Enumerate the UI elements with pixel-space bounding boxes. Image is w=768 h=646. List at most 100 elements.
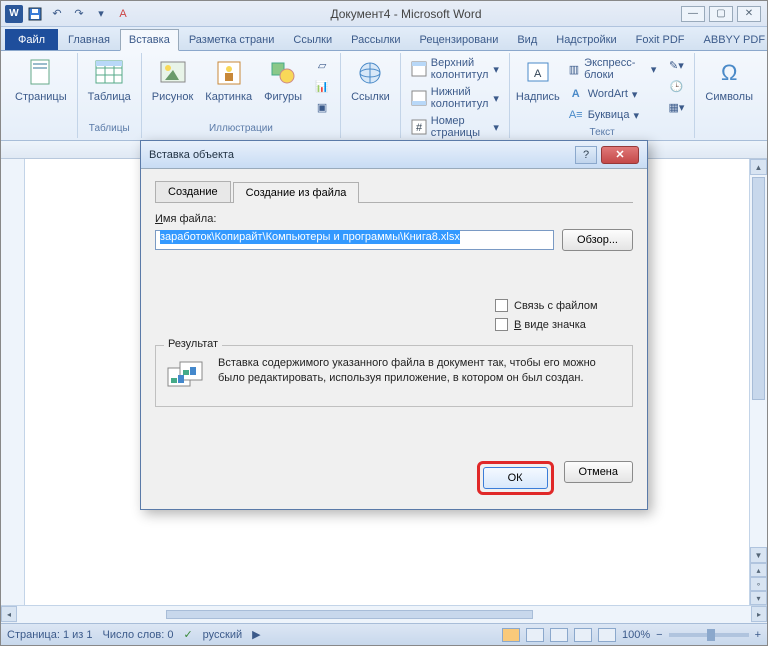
ribbon: Страницы Таблица Таблицы Рисунок — [1, 51, 767, 141]
scroll-down-icon[interactable]: ▼ — [750, 547, 767, 563]
pages-icon — [25, 57, 57, 89]
tab-references[interactable]: Ссылки — [284, 29, 341, 50]
smartart-icon: ▱ — [314, 57, 330, 73]
signature-button[interactable]: ✎▾ — [664, 55, 688, 75]
undo-icon[interactable]: ↶ — [47, 4, 67, 24]
datetime-button[interactable]: 🕒 — [664, 76, 688, 96]
table-button[interactable]: Таблица — [84, 55, 135, 105]
browse-prev-icon[interactable]: ▴ — [750, 563, 767, 577]
qat-icon2[interactable]: A — [113, 4, 133, 24]
group-text: A Надпись ▥Экспресс-блоки ▾ AWordArt ▾ A… — [510, 53, 696, 138]
dialog-tab-from-file[interactable]: Создание из файла — [233, 182, 360, 203]
scroll-right-icon[interactable]: ▸ — [751, 606, 767, 622]
hscroll-thumb[interactable] — [166, 610, 533, 619]
clipart-button[interactable]: Картинка — [201, 55, 256, 105]
group-headerfooter: Верхний колонтитул ▾ Нижний колонтитул ▾… — [401, 53, 510, 138]
word-app-icon[interactable]: W — [5, 5, 23, 23]
status-bar: Страница: 1 из 1 Число слов: 0 ✓ русский… — [1, 623, 767, 645]
tab-layout[interactable]: Разметка страни — [180, 29, 284, 50]
screenshot-button[interactable]: ▣ — [310, 97, 334, 117]
tab-abbyy[interactable]: ABBYY PDF Trans — [695, 29, 768, 50]
status-page[interactable]: Страница: 1 из 1 — [7, 629, 93, 641]
view-web[interactable] — [550, 628, 568, 642]
dialog-body: Создание Создание из файла Имя файла: за… — [141, 169, 647, 451]
signature-icon: ✎▾ — [668, 57, 684, 73]
browse-next-icon[interactable]: ▾ — [750, 591, 767, 605]
footer-button[interactable]: Нижний колонтитул ▾ — [407, 84, 503, 112]
horizontal-scrollbar[interactable]: ◂ ▸ — [1, 605, 767, 623]
cancel-button[interactable]: Отмена — [564, 461, 633, 483]
scroll-up-icon[interactable]: ▲ — [750, 159, 767, 175]
app-window: W ↶ ↷ ▾ A Документ4 - Microsoft Word — ▢… — [0, 0, 768, 646]
object-button[interactable]: ▦▾ — [664, 97, 688, 117]
dropcap-button[interactable]: A≡Буквица ▾ — [564, 105, 661, 125]
filename-input[interactable]: заработок\Копирайт\Компьютеры и программ… — [155, 230, 554, 250]
scroll-thumb[interactable] — [752, 177, 765, 400]
tab-mailings[interactable]: Рассылки — [342, 29, 409, 50]
view-print-layout[interactable] — [502, 628, 520, 642]
symbols-button[interactable]: Ω Символы — [701, 55, 757, 105]
view-draft[interactable] — [598, 628, 616, 642]
status-words[interactable]: Число слов: 0 — [103, 629, 174, 641]
tab-foxit[interactable]: Foxit PDF — [627, 29, 694, 50]
dialog-help-button[interactable]: ? — [575, 146, 597, 164]
status-language[interactable]: русский — [203, 629, 242, 641]
browse-object-icon[interactable]: ∘ — [750, 577, 767, 591]
zoom-handle[interactable] — [707, 629, 715, 641]
redo-icon[interactable]: ↷ — [69, 4, 89, 24]
window-controls: — ▢ ✕ — [675, 6, 767, 22]
zoom-out-icon[interactable]: − — [656, 629, 662, 641]
footer-icon — [411, 90, 427, 106]
dialog-buttons: ОК Отмена — [141, 451, 647, 509]
macro-icon[interactable]: ▶ — [252, 628, 260, 641]
zoom-level[interactable]: 100% — [622, 629, 650, 641]
filename-label: Имя файла: — [155, 213, 633, 225]
smartart-button[interactable]: ▱ — [310, 55, 334, 75]
link-to-file-checkbox[interactable]: Связь с файлом — [495, 299, 633, 312]
tab-view[interactable]: Вид — [508, 29, 546, 50]
tab-insert[interactable]: Вставка — [120, 29, 179, 51]
result-fieldset: Результат Вставка содержимого указанного… — [155, 345, 633, 407]
textbox-button[interactable]: A Надпись — [516, 55, 560, 105]
wordart-button[interactable]: AWordArt ▾ — [564, 84, 661, 104]
maximize-button[interactable]: ▢ — [709, 6, 733, 22]
dropcap-icon: A≡ — [568, 107, 584, 123]
ruler-vertical[interactable] — [1, 159, 25, 605]
close-button[interactable]: ✕ — [737, 6, 761, 22]
shapes-button[interactable]: Фигуры — [260, 55, 306, 105]
proofing-icon[interactable]: ✓ — [183, 628, 192, 641]
ok-highlight: ОК — [477, 461, 554, 495]
scroll-left-icon[interactable]: ◂ — [1, 606, 17, 622]
view-outline[interactable] — [574, 628, 592, 642]
ok-button[interactable]: ОК — [483, 467, 548, 489]
dialog-titlebar[interactable]: Вставка объекта ? ✕ — [141, 141, 647, 169]
quickparts-icon: ▥ — [568, 61, 580, 77]
svg-text:#: # — [416, 122, 423, 134]
pages-button[interactable]: Страницы — [11, 55, 71, 105]
result-legend: Результат — [164, 338, 222, 350]
quickparts-button[interactable]: ▥Экспресс-блоки ▾ — [564, 55, 661, 83]
view-fullscreen[interactable] — [526, 628, 544, 642]
links-button[interactable]: Ссылки — [347, 55, 394, 105]
display-as-icon-checkbox[interactable]: В виде значка — [495, 318, 633, 331]
dialog-close-button[interactable]: ✕ — [601, 146, 639, 164]
dialog-tab-create-new[interactable]: Создание — [155, 181, 231, 202]
zoom-slider[interactable] — [669, 633, 749, 637]
chart-button[interactable]: 📊 — [310, 76, 334, 96]
wordart-icon: A — [568, 86, 584, 102]
tab-file[interactable]: Файл — [5, 29, 58, 50]
minimize-button[interactable]: — — [681, 6, 705, 22]
tab-addins[interactable]: Надстройки — [547, 29, 625, 50]
pagenum-button[interactable]: #Номер страницы ▾ — [407, 113, 503, 141]
tab-review[interactable]: Рецензировани — [411, 29, 508, 50]
header-button[interactable]: Верхний колонтитул ▾ — [407, 55, 503, 83]
qat-icon[interactable]: ▾ — [91, 4, 111, 24]
zoom-in-icon[interactable]: + — [755, 629, 761, 641]
omega-icon: Ω — [713, 57, 745, 89]
save-icon[interactable] — [25, 4, 45, 24]
picture-button[interactable]: Рисунок — [148, 55, 198, 105]
vertical-scrollbar[interactable]: ▲ ▼ ▴ ∘ ▾ — [749, 159, 767, 605]
browse-button[interactable]: Обзор... — [562, 229, 633, 251]
group-pages: Страницы — [5, 53, 78, 138]
tab-home[interactable]: Главная — [59, 29, 119, 50]
